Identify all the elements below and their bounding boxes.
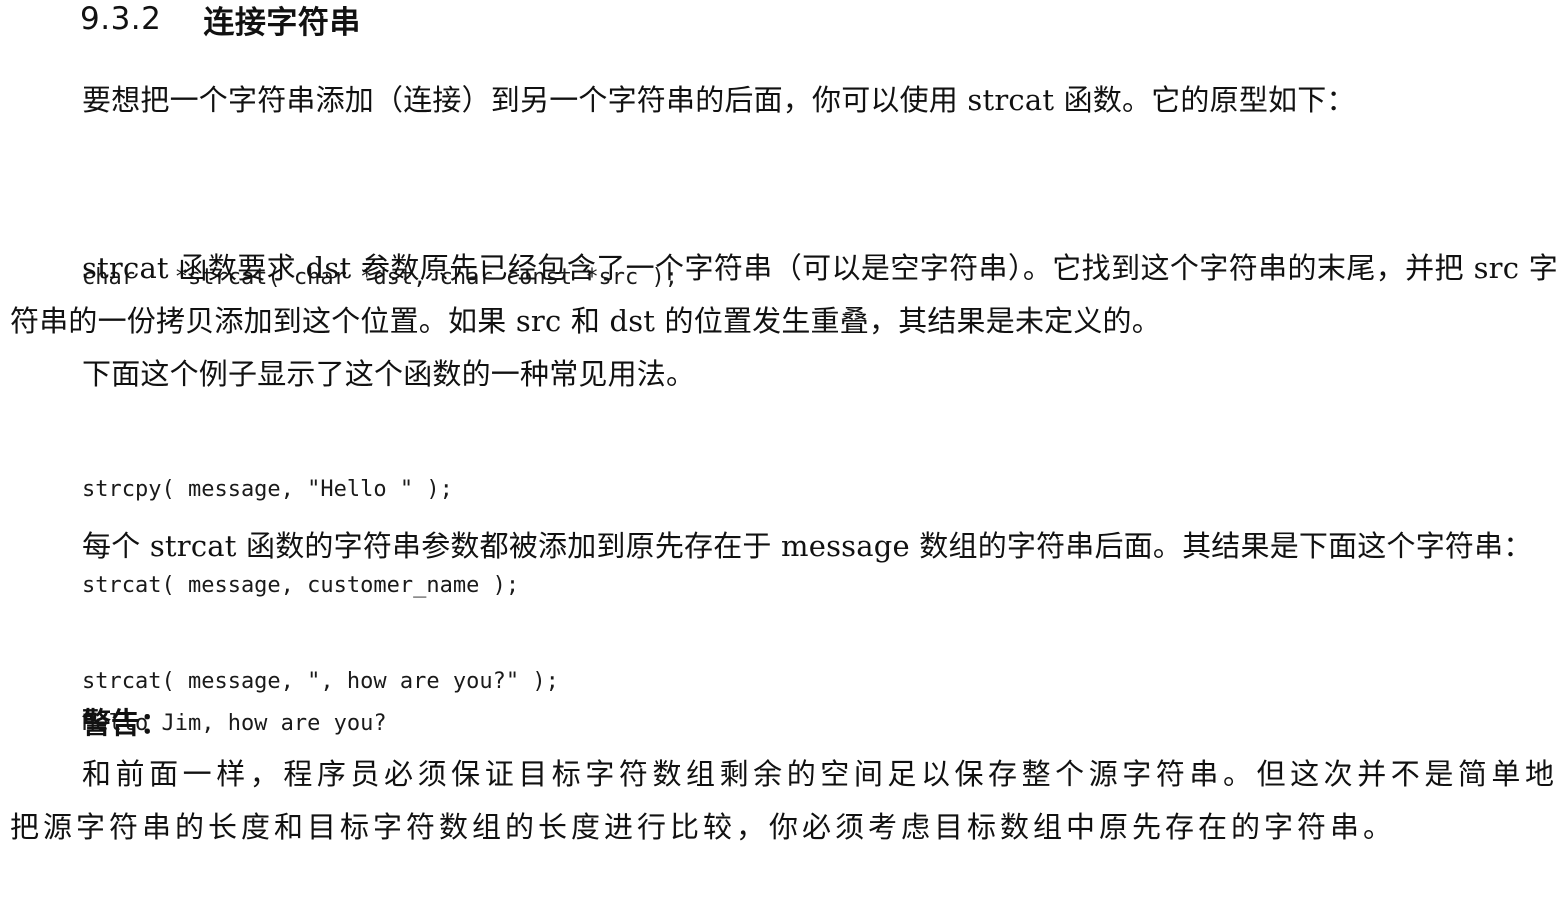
code-line: strcpy( message, "Hello " );	[82, 477, 453, 502]
document-page: 9.3.2 连接字符串 要想把一个字符串添加（连接）到另一个字符串的后面，你可以…	[0, 0, 1568, 902]
paragraph-result-intro: 每个 strcat 函数的字符串参数都被添加到原先存在于 message 数组的…	[82, 529, 1533, 563]
section-number: 9.3.2	[80, 1, 162, 37]
paragraph-description: strcat 函数要求 dst 参数原先已经包含了一个字符串（可以是空字符串）。…	[10, 251, 1558, 338]
section-title: 连接字符串	[203, 4, 361, 41]
code-line: strcat( message, customer_name );	[82, 573, 520, 598]
paragraph-intro: 要想把一个字符串添加（连接）到另一个字符串的后面，你可以使用 strcat 函数…	[82, 83, 1356, 117]
paragraph-example-intro: 下面这个例子显示了这个函数的一种常见用法。	[82, 357, 696, 391]
section-heading: 9.3.2 连接字符串	[80, 0, 361, 41]
warning-body: 和前面一样，程序员必须保证目标字符数组剩余的空间足以保存整个源字符串。但这次并不…	[10, 757, 1558, 844]
warning-title: 警告：	[82, 706, 170, 740]
